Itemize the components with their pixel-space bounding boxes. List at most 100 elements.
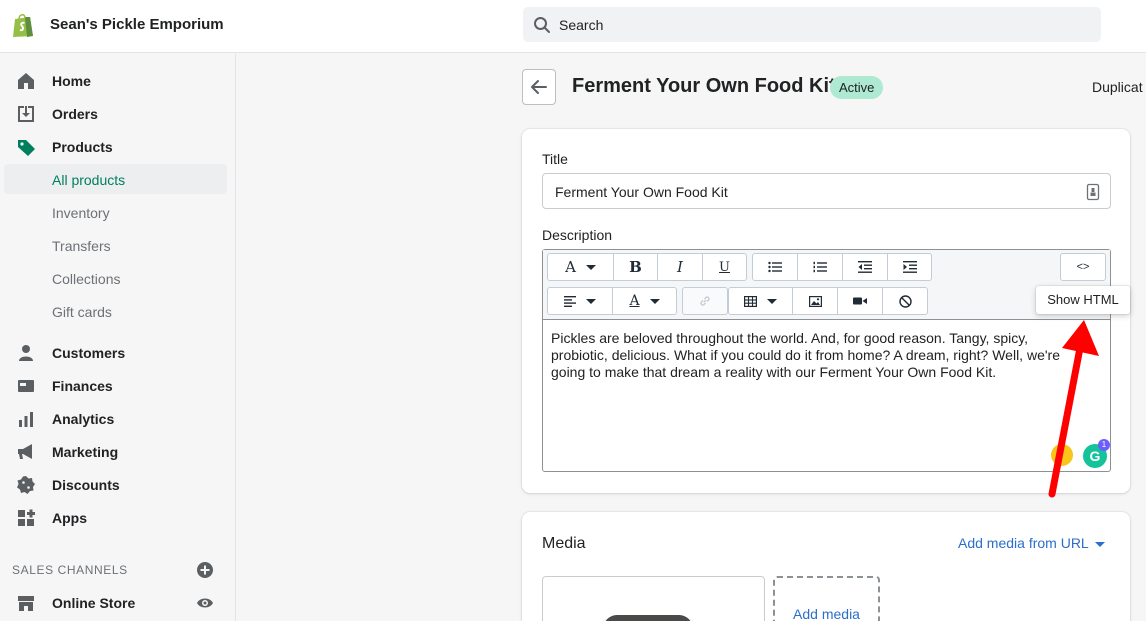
bold-label: B [629,258,642,276]
sidebar: Home Orders Products All products Invent… [0,54,236,621]
media-thumbnail[interactable] [542,576,765,621]
sidebar-item-apps[interactable]: Apps [0,503,236,533]
table-icon [744,295,757,307]
sidebar-subitem-collections[interactable]: Collections [4,263,227,293]
sidebar-item-label: Orders [52,106,98,122]
sales-channels-heading: SALES CHANNELS [12,563,128,577]
bullet-list-button[interactable] [753,254,798,280]
tag-icon [18,140,35,156]
eye-icon[interactable] [196,594,214,612]
sidebar-item-products[interactable]: Products [0,132,236,162]
sidebar-item-customers[interactable]: Customers [0,338,236,368]
megaphone-icon [18,444,32,459]
text-format-group: A B I U [547,253,747,281]
search-icon [534,17,550,33]
add-media-from-url-link[interactable]: Add media from URL [958,535,1105,551]
link-icon [700,296,710,306]
sidebar-item-label: Apps [52,510,87,526]
indent-button[interactable] [888,254,931,280]
caret-down-icon [585,264,596,270]
insert-video-button[interactable] [838,288,883,314]
top-bar: Sean's Pickle Emporium Search [0,0,1146,53]
page-title: Ferment Your Own Food Kit [572,75,836,97]
list-indent-group [752,253,932,281]
product-image [603,615,693,621]
sidebar-item-home[interactable]: Home [0,66,236,96]
caret-down-icon [649,298,660,304]
italic-label: I [677,258,683,276]
insert-image-button[interactable] [793,288,838,314]
table-dropdown[interactable] [729,288,793,314]
store-icon [18,596,34,611]
sidebar-subitem-label: All products [52,172,126,188]
link-group [682,287,728,315]
sidebar-subitem-all-products[interactable]: All products [4,164,227,194]
sidebar-subitem-label: Inventory [52,205,110,221]
font-label: A [565,258,576,276]
align-left-icon [564,295,576,307]
sidebar-item-analytics[interactable]: Analytics [0,404,236,434]
caret-down-icon [586,298,596,304]
search-bar[interactable]: Search [523,7,1101,42]
description-text[interactable]: Pickles are beloved throughout the world… [551,330,1071,381]
caret-down-icon [1094,541,1105,547]
search-input[interactable]: Search [559,17,603,33]
title-field[interactable]: Ferment Your Own Food Kit [542,173,1111,209]
shopify-bag-icon[interactable] [11,12,35,38]
outdent-icon [858,261,872,273]
orders-icon [18,106,34,122]
outdent-button[interactable] [843,254,888,280]
sidebar-item-label: Online Store [52,595,136,611]
insert-media-group [728,287,928,315]
media-heading: Media [542,535,586,552]
align-color-group: A [547,287,677,315]
sidebar-item-label: Discounts [52,477,120,493]
underline-button[interactable]: U [703,254,746,280]
sidebar-subitem-transfers[interactable]: Transfers [4,230,227,260]
arrow-left-icon [531,80,547,94]
numbered-list-icon [813,261,827,273]
person-icon [19,345,33,361]
status-badge: Active [830,76,884,99]
title-label: Title [542,151,568,167]
red-arrow-annotation [1048,320,1099,498]
sidebar-item-label: Home [52,73,91,89]
duplicate-button[interactable]: Duplicat [1092,79,1143,95]
sidebar-item-label: Finances [52,378,113,394]
description-label: Description [542,227,613,243]
add-circle-icon[interactable] [196,561,214,579]
home-icon [18,73,34,89]
align-dropdown[interactable] [548,288,613,314]
sidebar-subitem-inventory[interactable]: Inventory [4,197,227,227]
block-icon [898,294,912,308]
text-color-label: A [629,293,640,309]
image-icon [808,295,822,307]
title-value: Ferment Your Own Food Kit [555,184,728,200]
font-dropdown[interactable]: A [548,254,614,280]
store-name[interactable]: Sean's Pickle Emporium [50,16,224,33]
back-button[interactable] [522,69,556,105]
sidebar-item-discounts[interactable]: Discounts [0,470,236,500]
sidebar-item-label: Customers [52,345,126,361]
apps-icon [18,509,35,526]
sidebar-item-finances[interactable]: Finances [0,371,236,401]
sidebar-item-marketing[interactable]: Marketing [0,437,236,467]
bold-button[interactable]: B [614,254,658,280]
add-media-from-url-label: Add media from URL [958,535,1089,551]
add-media-dropzone[interactable]: Add media [773,576,880,621]
numbered-list-button[interactable] [798,254,843,280]
finances-icon [18,380,34,392]
bullet-list-icon [768,261,782,273]
italic-button[interactable]: I [658,254,703,280]
text-color-dropdown[interactable]: A [613,288,676,314]
password-manager-icon[interactable] [1086,183,1100,201]
clear-formatting-button[interactable] [883,288,927,314]
show-html-button[interactable]: <> [1060,253,1106,281]
insert-link-button[interactable] [683,288,727,314]
indent-icon [902,261,917,273]
sidebar-item-orders[interactable]: Orders [0,99,236,129]
sidebar-subitem-label: Gift cards [52,304,112,320]
sidebar-item-label: Marketing [52,444,119,460]
underline-label: U [719,259,730,275]
sidebar-subitem-gift-cards[interactable]: Gift cards [4,296,227,326]
